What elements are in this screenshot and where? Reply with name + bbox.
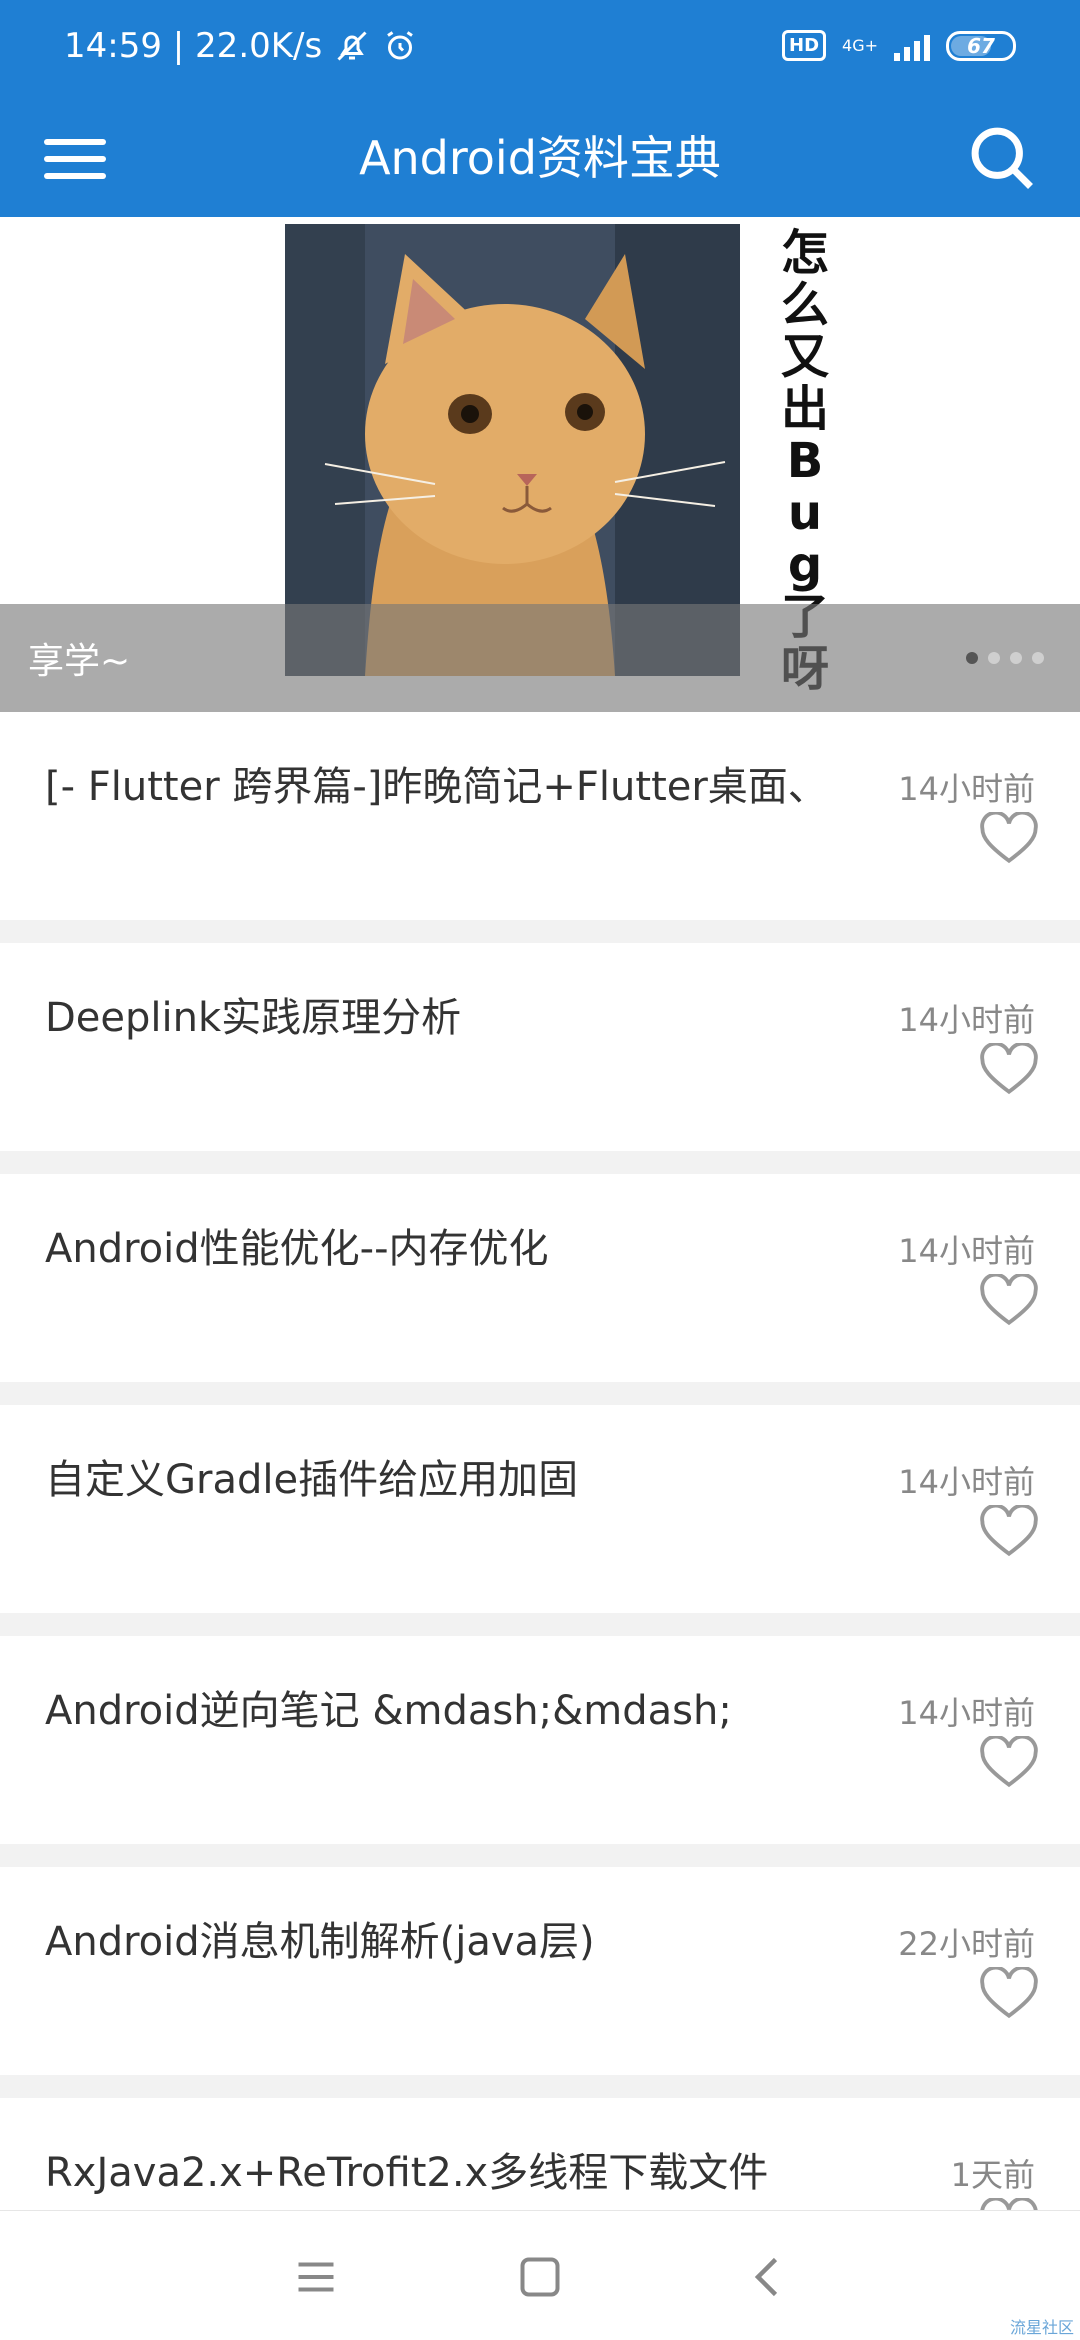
list-item[interactable]: [- Flutter 跨界篇-]昨晚简记+Flutter桌面、 14小时前 [0,712,1080,920]
carousel-dot [1010,652,1022,664]
article-time: 14小时前 [898,1463,1035,1501]
back-chevron-icon[interactable] [738,2247,798,2307]
favorite-heart-icon[interactable] [980,1043,1038,1097]
article-title: RxJava2.x+ReTrofit2.x多线程下载文件 [45,2150,769,2196]
carousel-dot [988,652,1000,664]
article-title: Android逆向笔记 &mdash;&mdash; [45,1688,732,1734]
toolbar: Android资料宝典 [0,100,1080,217]
article-time: 14小时前 [898,1232,1035,1270]
article-title: 自定义Gradle插件给应用加固 [45,1457,579,1503]
banner-caption-bar: 享学~ [0,604,1080,712]
list-item[interactable]: 自定义Gradle插件给应用加固 14小时前 [0,1405,1080,1613]
hd-badge: HD [782,30,827,61]
alarm-clock-icon [387,31,414,60]
carousel-dot-active [966,652,978,664]
page-title: Android资料宝典 [359,131,721,185]
mute-bell-icon [337,31,367,61]
article-title: Android性能优化--内存优化 [45,1226,549,1272]
favorite-heart-icon[interactable] [980,1274,1038,1328]
battery-level: 67 [967,33,995,58]
favorite-heart-icon[interactable] [980,1967,1038,2021]
article-title: [- Flutter 跨界篇-]昨晚简记+Flutter桌面、 [45,764,828,810]
status-time-speed: 14:59 | 22.0K/s [64,26,323,66]
list-item[interactable]: Android逆向笔记 &mdash;&mdash; 14小时前 [0,1636,1080,1844]
signal-icon [894,31,930,61]
banner-caption: 享学~ [28,641,131,682]
banner-carousel[interactable]: 怎么又出Bug了呀 享学~ [0,217,1080,712]
list-item[interactable]: Android性能优化--内存优化 14小时前 [0,1174,1080,1382]
carousel-indicator [966,652,1044,664]
recent-apps-menu-icon[interactable] [286,2247,346,2307]
article-title: Android消息机制解析(java层) [45,1919,595,1965]
home-square-icon[interactable] [510,2247,570,2307]
article-time: 1天前 [950,2156,1035,2194]
favorite-heart-icon[interactable] [980,1505,1038,1559]
list-item[interactable]: Deeplink实践原理分析 14小时前 [0,943,1080,1151]
article-time: 14小时前 [898,770,1035,808]
network-type: 4G+ [842,35,878,55]
article-time: 22小时前 [898,1925,1035,1963]
favorite-heart-icon[interactable] [980,812,1038,866]
status-left: 14:59 | 22.0K/s [64,26,418,66]
battery-icon: 67 [946,30,1016,61]
carousel-dot [1032,652,1044,664]
article-title: Deeplink实践原理分析 [45,995,462,1041]
article-time: 14小时前 [898,1001,1035,1039]
search-icon[interactable] [964,120,1040,196]
status-right: HD 4G+ 67 [782,30,1016,61]
list-item[interactable]: Android消息机制解析(java层) 22小时前 [0,1867,1080,2075]
watermark: 流星社区 [1009,2318,1074,2337]
system-nav-bar: 流星社区 [0,2210,1080,2340]
article-time: 14小时前 [898,1694,1035,1732]
app-bar: 14:59 | 22.0K/s HD 4G+ 67 Android资料宝典 [0,0,1080,217]
favorite-heart-icon[interactable] [980,1736,1038,1790]
status-bar: 14:59 | 22.0K/s HD 4G+ 67 [0,0,1080,100]
